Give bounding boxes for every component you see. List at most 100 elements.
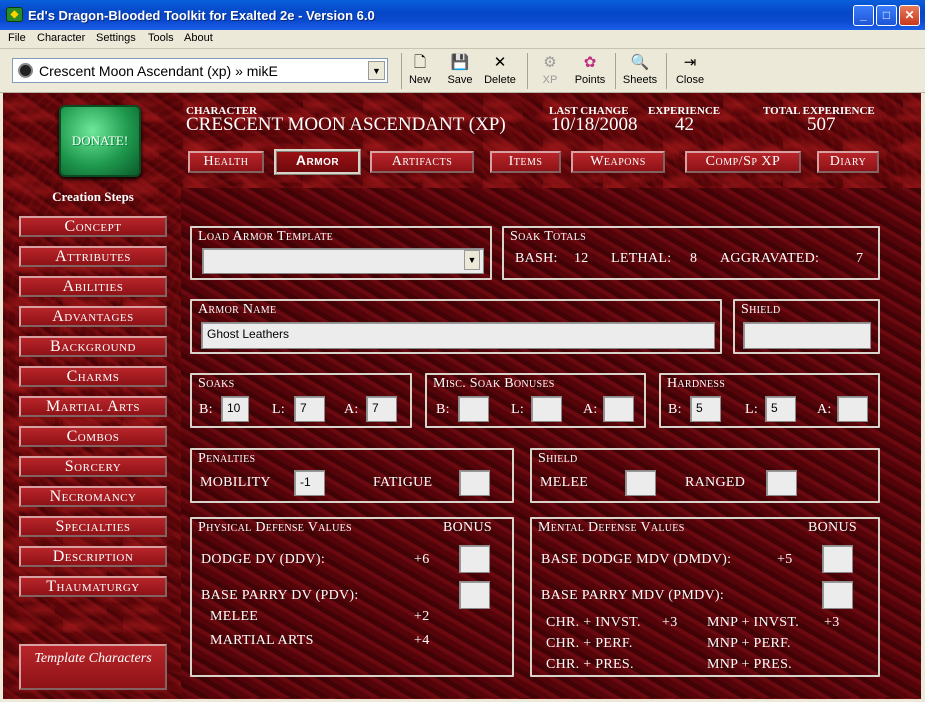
minimize-button[interactable]: _ xyxy=(853,5,874,26)
shield-name-input[interactable] xyxy=(743,322,871,349)
shield-name-title: Shield xyxy=(741,302,781,317)
lethal-label: LETHAL: xyxy=(611,251,672,266)
step-charms[interactable]: Charms xyxy=(19,366,167,387)
tab-artifacts[interactable]: Artifacts xyxy=(370,151,474,173)
mnp-pres-label: MNP + PRES. xyxy=(707,657,792,672)
misc-b-input[interactable] xyxy=(458,396,489,422)
title-bar: ◆ Ed's Dragon-Blooded Toolkit for Exalte… xyxy=(0,0,925,30)
step-abilities[interactable]: Abilities xyxy=(19,276,167,297)
dodge-dv-value: +6 xyxy=(414,552,430,567)
menu-character[interactable]: Character xyxy=(37,32,85,44)
tab-armor[interactable]: Armor xyxy=(274,149,361,175)
toolbar-separator xyxy=(527,53,528,89)
dodge-dv-bonus-input[interactable] xyxy=(459,545,490,573)
armor-name-title: Armor Name xyxy=(198,302,277,317)
step-sorcery[interactable]: Sorcery xyxy=(19,456,167,477)
tab-comp-sp-xp[interactable]: Comp/Sp XP xyxy=(685,151,801,173)
misc-a-input[interactable] xyxy=(603,396,634,422)
shield-ranged-label: RANGED xyxy=(685,475,746,490)
character-select[interactable]: Crescent Moon Ascendant (xp) » mikE ▼ xyxy=(12,58,388,83)
template-characters-button[interactable]: Template Characters xyxy=(19,644,167,690)
delete-icon: ✕ xyxy=(493,54,507,71)
dodge-mdv-bonus-input[interactable] xyxy=(822,545,853,573)
fatigue-input[interactable] xyxy=(459,470,490,496)
donate-button[interactable]: DONATE! xyxy=(59,105,141,177)
total-experience-value: 507 xyxy=(807,114,836,135)
step-description[interactable]: Description xyxy=(19,546,167,567)
step-combos[interactable]: Combos xyxy=(19,426,167,447)
penalties-title: Penalties xyxy=(198,451,256,466)
hardness-a-input[interactable] xyxy=(837,396,868,422)
armor-name-input[interactable]: Ghost Leathers xyxy=(201,322,715,349)
parry-melee-label: MELEE xyxy=(210,609,259,624)
new-button[interactable]: 🗋 New xyxy=(404,52,436,90)
step-necromancy[interactable]: Necromancy xyxy=(19,486,167,507)
mobility-label: MOBILITY xyxy=(200,475,271,490)
mental-dv-title: Mental Defense Values xyxy=(538,520,685,535)
aggravated-label: AGGRAVATED: xyxy=(720,251,820,266)
delete-button[interactable]: ✕ Delete xyxy=(481,52,519,90)
hardness-l-input[interactable]: 5 xyxy=(765,396,796,422)
shield-ranged-input[interactable] xyxy=(766,470,797,496)
armor-template-select[interactable] xyxy=(202,248,484,274)
misc-l-input[interactable] xyxy=(531,396,562,422)
menu-tools[interactable]: Tools xyxy=(148,32,174,44)
armor-name-group: Armor Name Ghost Leathers xyxy=(190,299,722,354)
hardness-title: Hardness xyxy=(667,376,726,391)
hardness-b-label: B: xyxy=(668,402,682,417)
menu-file[interactable]: File xyxy=(8,32,26,44)
step-concept[interactable]: Concept xyxy=(19,216,167,237)
misc-l-label: L: xyxy=(511,402,525,417)
save-button[interactable]: 💾 Save xyxy=(443,52,477,90)
parry-mdv-bonus-input[interactable] xyxy=(822,581,853,609)
step-thaumaturgy[interactable]: Thaumaturgy xyxy=(19,576,167,597)
delete-label: Delete xyxy=(484,74,516,86)
mobility-input[interactable]: -1 xyxy=(294,470,325,496)
toolbar-separator xyxy=(401,53,402,89)
chevron-down-icon[interactable]: ▼ xyxy=(368,61,385,80)
soak-b-input[interactable]: 10 xyxy=(221,396,249,422)
hardness-b-input[interactable]: 5 xyxy=(690,396,721,422)
close-label: Close xyxy=(675,74,705,86)
toolbar-separator xyxy=(615,53,616,89)
tab-health[interactable]: Health xyxy=(188,151,264,173)
xp-label: XP xyxy=(542,74,558,86)
parry-dv-bonus-input[interactable] xyxy=(459,581,490,609)
mental-bonus-header: BONUS xyxy=(808,520,857,535)
close-window-button[interactable]: ✕ xyxy=(899,5,920,26)
dodge-dv-label: DODGE DV (DDV): xyxy=(201,552,326,567)
window-title: Ed's Dragon-Blooded Toolkit for Exalted … xyxy=(28,8,375,23)
step-background[interactable]: Background xyxy=(19,336,167,357)
close-button[interactable]: ⇥ Close xyxy=(672,52,708,90)
tab-items[interactable]: Items xyxy=(490,151,561,173)
chr-pres-label: CHR. + PRES. xyxy=(546,657,634,672)
dragon-icon[interactable]: ◆ xyxy=(6,7,23,22)
soak-a-input[interactable]: 7 xyxy=(366,396,397,422)
main-panel: DONATE! Creation Steps Concept Attribute… xyxy=(3,93,921,699)
menu-settings[interactable]: Settings xyxy=(96,32,136,44)
step-martial-arts[interactable]: Martial Arts xyxy=(19,396,167,417)
tab-diary[interactable]: Diary xyxy=(817,151,879,173)
maximize-button[interactable]: □ xyxy=(876,5,897,26)
parry-martial-arts-label: MARTIAL ARTS xyxy=(210,633,314,648)
mnp-perf-label: MNP + PERF. xyxy=(707,636,791,651)
chevron-down-icon[interactable]: ▼ xyxy=(464,250,480,270)
new-document-icon: 🗋 xyxy=(413,54,427,71)
xp-button[interactable]: ⚙ XP xyxy=(534,52,566,90)
parry-mdv-label: BASE PARRY MDV (PMDV): xyxy=(541,588,725,603)
step-specialties[interactable]: Specialties xyxy=(19,516,167,537)
menu-about[interactable]: About xyxy=(184,32,213,44)
chr-invst-value: +3 xyxy=(662,615,678,630)
lethal-total: 8 xyxy=(690,251,698,266)
tab-weapons[interactable]: Weapons xyxy=(571,151,665,173)
sheets-button[interactable]: 🔍 Sheets xyxy=(620,52,660,90)
points-button[interactable]: ✿ Points xyxy=(571,52,609,90)
step-advantages[interactable]: Advantages xyxy=(19,306,167,327)
last-change-value: 10/18/2008 xyxy=(551,114,638,135)
soaks-group: Soaks B: 10 L: 7 A: 7 xyxy=(190,373,412,428)
shield-melee-input[interactable] xyxy=(625,470,656,496)
soak-l-input[interactable]: 7 xyxy=(294,396,325,422)
step-attributes[interactable]: Attributes xyxy=(19,246,167,267)
parry-dv-label: BASE PARRY DV (PDV): xyxy=(201,588,359,603)
toolbar-separator xyxy=(666,53,667,89)
